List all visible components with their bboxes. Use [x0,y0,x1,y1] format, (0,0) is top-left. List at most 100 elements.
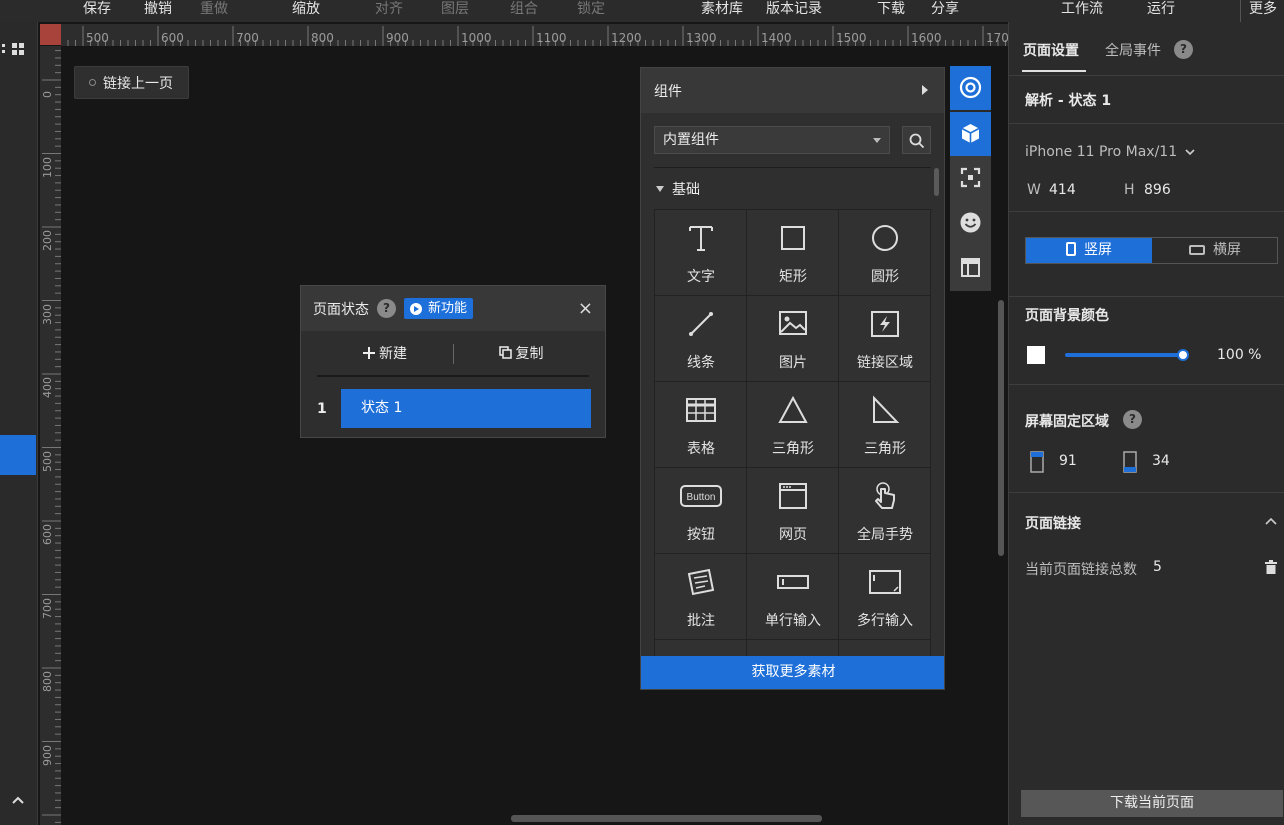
get-more-assets-button[interactable]: 获取更多素材 [641,656,944,689]
tab-global-events[interactable]: 全局事件 [1105,40,1161,60]
redo-button[interactable]: 重做 [200,0,228,18]
new-feature-badge[interactable]: 新功能 [404,298,474,319]
page-links-section: 页面链接 当前页面链接总数 5 [1009,493,1284,783]
component-link-area[interactable]: 链接区域 [839,296,931,382]
download-current-page-button[interactable]: 下载当前页面 [1021,790,1283,817]
run-button[interactable]: 运行 [1147,0,1175,18]
component-source-select[interactable]: 内置组件 [654,126,890,154]
component-source-value: 内置组件 [663,132,719,148]
component-label: 网页 [779,527,807,543]
ruler-label: 1400 [761,31,792,45]
ruler-label: 700 [41,597,54,619]
chevron-up-icon[interactable] [1265,517,1277,525]
settings-tabs: 页面设置 全局事件 ? [1009,22,1284,76]
lock-button[interactable]: 锁定 [577,0,605,18]
component-label: 多行输入 [857,613,913,629]
trash-icon[interactable] [1265,560,1277,574]
layers-button[interactable]: 图层 [441,0,469,18]
align-button[interactable]: 对齐 [375,0,403,18]
grid-view-icon[interactable] [2,41,36,59]
component-webpage[interactable]: 网页 [747,468,839,554]
component-text[interactable]: 文字 [655,210,747,296]
component-label: 图片 [779,355,807,371]
close-icon[interactable]: × [578,298,593,319]
fixed-bottom-value[interactable]: 34 [1152,453,1170,469]
more-button[interactable]: 更多 [1240,0,1284,22]
ruler-label: 600 [41,524,54,545]
ruler-label: 1600 [911,31,942,45]
height-value[interactable]: 896 [1144,182,1171,198]
workflow-button[interactable]: 工作流 [1061,0,1103,18]
link-area-icon [871,311,899,337]
links-count-value: 5 [1153,559,1162,575]
zoom-button[interactable]: 缩放 [292,0,320,18]
link-previous-page-button[interactable]: 链接上一页 [74,66,189,99]
opacity-slider-handle[interactable] [1177,349,1189,361]
component-image[interactable]: 图片 [747,296,839,382]
share-button[interactable]: 分享 [931,0,959,18]
state-index: 1 [317,400,327,417]
device-select[interactable]: iPhone 11 Pro Max/11 [1025,144,1177,160]
sidebar-active-item[interactable] [0,435,36,475]
plus-icon [363,347,375,359]
help-icon[interactable]: ? [377,299,396,318]
component-right-triangle[interactable]: 三角形 [839,382,931,468]
component-triangle[interactable]: 三角形 [747,382,839,468]
components-scrollbar[interactable] [934,168,939,196]
component-table[interactable]: 表格 [655,382,747,468]
download-button[interactable]: 下载 [877,0,905,18]
layout-icon [961,258,980,277]
target-tab[interactable] [950,66,991,110]
help-icon[interactable]: ? [1123,410,1142,429]
panel-switcher-toolbar [950,66,991,291]
page-state-dialog: 页面状态 ? 新功能 × 新建 复制 1 状态 1 [300,285,606,438]
component-label: 链接区域 [857,355,913,371]
ruler-label: 900 [41,744,54,766]
components-header[interactable]: 组件 [641,68,944,113]
history-button[interactable]: 版本记录 [766,0,822,18]
component-grid: 文字 矩形 圆形 线条 图片 链接区域 表格 三角形 三角形 Button 按钮… [654,209,932,669]
new-state-button[interactable]: 新建 [317,343,453,363]
background-color-swatch[interactable] [1027,346,1045,364]
smiley-icon [960,212,981,233]
assets-button[interactable]: 素材库 [701,0,743,18]
background-title: 页面背景颜色 [1025,308,1109,324]
group-button[interactable]: 组合 [510,0,538,18]
opacity-slider[interactable] [1065,353,1185,357]
ruler-label: 500 [86,31,109,45]
icons-tab[interactable] [950,201,991,245]
orientation-section [1009,212,1284,297]
undo-button[interactable]: 撤销 [144,0,172,18]
component-rectangle[interactable]: 矩形 [747,210,839,296]
component-global-gesture[interactable]: 全局手势 [839,468,931,554]
component-line[interactable]: 线条 [655,296,747,382]
save-button[interactable]: 保存 [83,0,111,18]
components-divider [654,167,931,168]
component-circle[interactable]: 圆形 [839,210,931,296]
components-tab[interactable] [950,112,991,156]
state-row[interactable]: 1 状态 1 [317,389,591,428]
width-value[interactable]: 414 [1049,182,1076,198]
component-label: 圆形 [871,269,899,285]
layout-tab[interactable] [950,246,991,290]
component-button[interactable]: Button 按钮 [655,468,747,554]
play-icon [410,302,422,315]
component-search-button[interactable] [902,126,931,154]
component-single-line-input[interactable]: 单行输入 [747,554,839,640]
expand-arrow-icon[interactable] [922,85,928,95]
fixed-top-value[interactable]: 91 [1059,453,1077,469]
ruler-label: 800 [311,31,334,45]
chevron-down-icon[interactable] [1185,149,1195,157]
tab-page-settings[interactable]: 页面设置 [1023,40,1079,60]
copy-state-button[interactable]: 复制 [453,343,589,363]
help-icon[interactable]: ? [1174,40,1193,59]
component-annotation[interactable]: 批注 [655,554,747,640]
masters-tab[interactable] [950,156,991,200]
canvas-vertical-scrollbar[interactable] [998,300,1004,556]
component-multi-line-input[interactable]: 多行输入 [839,554,931,640]
state-name[interactable]: 状态 1 [341,389,591,428]
chevron-up-icon[interactable] [11,795,25,805]
component-group-header[interactable]: 基础 [656,179,700,199]
ruler-label: 170 [986,31,1008,45]
canvas-horizontal-scrollbar[interactable] [511,815,822,822]
